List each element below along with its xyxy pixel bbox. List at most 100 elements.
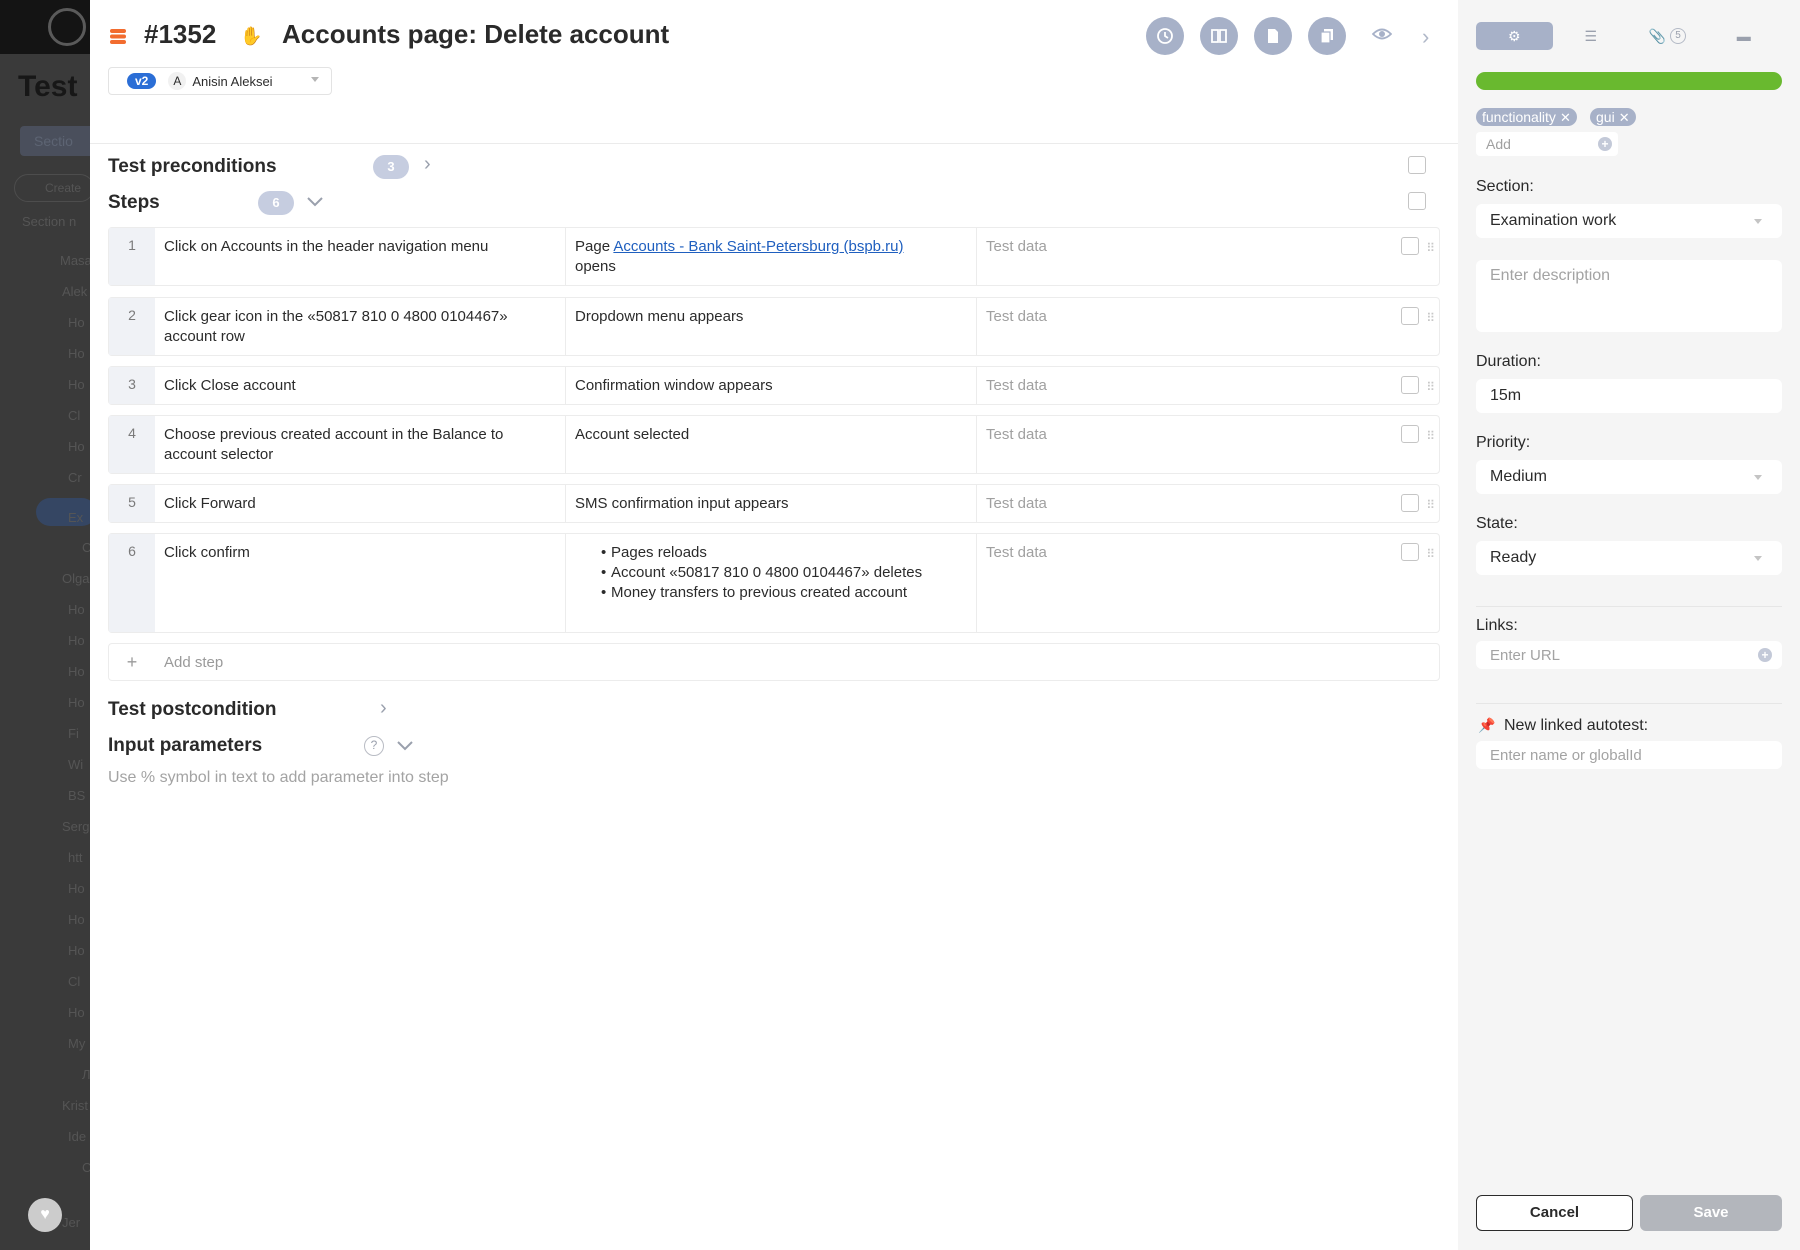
step-checkbox[interactable]: [1401, 376, 1419, 394]
background-tree-row: Jer: [62, 1215, 81, 1230]
step-data[interactable]: Test data ⠿: [977, 534, 1439, 632]
copy-icon: [1320, 29, 1333, 44]
version-selector[interactable]: v2 A Anisin Aleksei: [108, 67, 332, 95]
add-step-button[interactable]: + Add step: [108, 643, 1440, 681]
priority-select[interactable]: Medium: [1476, 460, 1782, 494]
background-tree-row: Ho: [68, 315, 85, 330]
step-data[interactable]: Test data ⠿: [977, 416, 1439, 473]
steps-title[interactable]: Steps: [108, 192, 160, 214]
close-icon[interactable]: ✕: [1560, 110, 1571, 125]
background-tree-row: Ho: [68, 377, 85, 392]
description-field[interactable]: Enter description: [1476, 260, 1782, 332]
step-action[interactable]: Click gear icon in the «50817 810 0 4800…: [155, 298, 566, 355]
autotest-input[interactable]: Enter name or globalId: [1476, 741, 1782, 769]
drag-handle-icon[interactable]: ⠿: [1426, 308, 1435, 328]
step-result-link[interactable]: Accounts - Bank Saint-Petersburg (bspb.r…: [613, 238, 903, 255]
cancel-button[interactable]: Cancel: [1476, 1195, 1633, 1231]
step-data-placeholder: Test data: [986, 495, 1047, 512]
step-action[interactable]: Click confirm: [155, 534, 566, 632]
heart-icon[interactable]: ♥: [28, 1198, 62, 1232]
step-data[interactable]: Test data ⠿: [977, 228, 1439, 285]
chevron-right-icon[interactable]: ›: [424, 153, 431, 176]
postcondition-title[interactable]: Test postcondition: [108, 699, 277, 721]
document-button[interactable]: [1254, 17, 1292, 55]
version-badge: v2: [127, 73, 157, 89]
chevron-down-icon[interactable]: [306, 196, 324, 208]
plus-icon: +: [126, 651, 138, 672]
chevron-right-icon[interactable]: ›: [1422, 24, 1429, 50]
background-tree-row: Ho: [68, 633, 85, 648]
copy-button[interactable]: [1308, 17, 1346, 55]
step-result[interactable]: Confirmation window appears: [566, 367, 977, 404]
links-label: Links:: [1476, 617, 1518, 634]
tag-input[interactable]: Add +: [1476, 132, 1618, 156]
plus-icon[interactable]: +: [1598, 137, 1612, 151]
state-select[interactable]: Ready: [1476, 541, 1782, 575]
step-result[interactable]: Page Accounts - Bank Saint-Petersburg (b…: [566, 228, 977, 285]
tag-chip[interactable]: functionality ✕: [1476, 108, 1577, 126]
drag-handle-icon[interactable]: ⠿: [1426, 544, 1435, 564]
divider: [1476, 703, 1782, 704]
step-data-placeholder: Test data: [986, 426, 1047, 443]
links-input[interactable]: Enter URL +: [1476, 641, 1782, 669]
preconditions-title[interactable]: Test preconditions: [108, 156, 277, 178]
step-result[interactable]: Dropdown menu appears: [566, 298, 977, 355]
step-action[interactable]: Choose previous created account in the B…: [155, 416, 566, 473]
tab-settings[interactable]: ⚙: [1476, 22, 1553, 50]
tab-comments[interactable]: ▬: [1706, 22, 1783, 50]
plus-icon[interactable]: +: [1758, 648, 1772, 662]
step-action[interactable]: Click Close account: [155, 367, 566, 404]
book-button[interactable]: [1200, 17, 1238, 55]
state-label: State:: [1476, 515, 1518, 532]
preconditions-checkbox[interactable]: [1408, 156, 1426, 174]
step-checkbox[interactable]: [1401, 494, 1419, 512]
drag-handle-icon[interactable]: ⠿: [1426, 495, 1435, 515]
step-action[interactable]: Click on Accounts in the header navigati…: [155, 228, 566, 285]
tab-list[interactable]: ☰: [1553, 22, 1630, 50]
drag-handle-icon[interactable]: ⠿: [1426, 238, 1435, 258]
input-parameters-hint: Use % symbol in text to add parameter in…: [108, 769, 449, 786]
book-icon: [1211, 29, 1227, 43]
step-row: 4 Choose previous created account in the…: [108, 415, 1440, 474]
history-button[interactable]: [1146, 17, 1184, 55]
tab-attachments[interactable]: 📎 5: [1629, 22, 1706, 50]
duration-input[interactable]: 15m: [1476, 379, 1782, 413]
close-icon[interactable]: ✕: [1619, 110, 1630, 125]
background-tree-row: Wi: [68, 757, 84, 772]
help-icon[interactable]: ?: [364, 736, 384, 756]
tag-chip[interactable]: gui ✕: [1590, 108, 1636, 126]
steps-checkbox[interactable]: [1408, 192, 1426, 210]
author-name: Anisin Aleksei: [192, 73, 273, 89]
step-checkbox[interactable]: [1401, 237, 1419, 255]
background-tree-row: htt: [68, 850, 83, 865]
priority-value: Medium: [1490, 468, 1547, 485]
gear-icon: ⚙: [1507, 27, 1521, 44]
step-checkbox[interactable]: [1401, 425, 1419, 443]
hand-icon[interactable]: ✋: [240, 26, 262, 47]
section-select[interactable]: Examination work: [1476, 204, 1782, 238]
eye-icon[interactable]: [1372, 26, 1392, 42]
save-button[interactable]: Save: [1640, 1195, 1782, 1231]
document-icon: [1268, 29, 1278, 43]
drag-handle-icon[interactable]: ⠿: [1426, 426, 1435, 446]
step-result[interactable]: SMS confirmation input appears: [566, 485, 977, 522]
step-data[interactable]: Test data ⠿: [977, 367, 1439, 404]
background-title: Test: [18, 70, 78, 103]
chevron-right-icon[interactable]: ›: [380, 697, 387, 720]
step-data[interactable]: Test data ⠿: [977, 485, 1439, 522]
page-title[interactable]: Accounts page: Delete account: [282, 19, 669, 50]
pin-icon: 📌: [1478, 717, 1496, 733]
background-tree-row: Ho: [68, 439, 85, 454]
step-data[interactable]: Test data ⠿: [977, 298, 1439, 355]
step-result[interactable]: Account selected: [566, 416, 977, 473]
step-checkbox[interactable]: [1401, 307, 1419, 325]
steps-count: 6: [258, 191, 294, 215]
chevron-down-icon[interactable]: [396, 740, 414, 752]
step-number: 6: [109, 534, 155, 632]
step-result[interactable]: Pages reloads Account «50817 810 0 4800 …: [566, 534, 977, 632]
step-action[interactable]: Click Forward: [155, 485, 566, 522]
input-parameters-title[interactable]: Input parameters: [108, 735, 262, 757]
drag-handle-icon[interactable]: ⠿: [1426, 377, 1435, 397]
step-checkbox[interactable]: [1401, 543, 1419, 561]
case-id: #1352: [144, 19, 217, 49]
